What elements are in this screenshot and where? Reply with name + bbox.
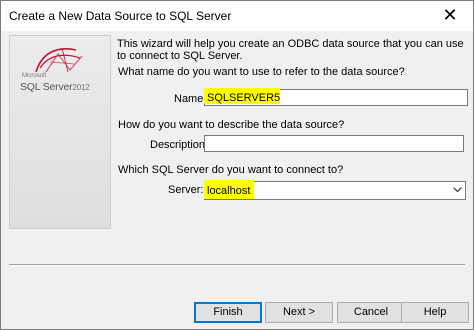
server-combobox-value: localhost (207, 185, 251, 197)
close-button[interactable]: ✕ (427, 1, 473, 31)
name-label: Name: (174, 93, 207, 105)
dialog-body: Microsoft SQL Server2012 This wizard wil… (1, 31, 473, 329)
name-field-value: SQLSERVER5 (207, 92, 281, 104)
title-bar: Create a New Data Source to SQL Server ✕ (1, 1, 473, 31)
name-question: What name do you want to use to refer to… (118, 66, 405, 78)
logo-company-text: Microsoft (22, 73, 47, 79)
next-button[interactable]: Next > (265, 302, 333, 323)
window-title: Create a New Data Source to SQL Server (9, 9, 232, 23)
logo-product-name: SQL Server (20, 81, 73, 93)
server-question: Which SQL Server do you want to connect … (118, 164, 344, 176)
finish-button[interactable]: Finish (194, 302, 262, 323)
description-label: Description: (150, 139, 209, 151)
logo-version: 2012 (72, 83, 90, 92)
help-button[interactable]: Help (401, 302, 469, 323)
dialog-window: Create a New Data Source to SQL Server ✕… (0, 0, 474, 330)
chevron-down-icon[interactable] (453, 187, 462, 193)
sql-server-logo-icon (35, 47, 83, 73)
description-question: How do you want to describe the data sou… (118, 119, 345, 131)
intro-text: This wizard will help you create an ODBC… (117, 38, 464, 62)
cancel-button[interactable]: Cancel (337, 302, 405, 323)
server-label: Server: (168, 184, 204, 196)
button-separator (9, 264, 465, 266)
logo-product-text: SQL Server2012 (20, 81, 90, 93)
sql-server-logo-panel: Microsoft SQL Server2012 (9, 35, 111, 229)
description-field[interactable] (204, 135, 464, 152)
